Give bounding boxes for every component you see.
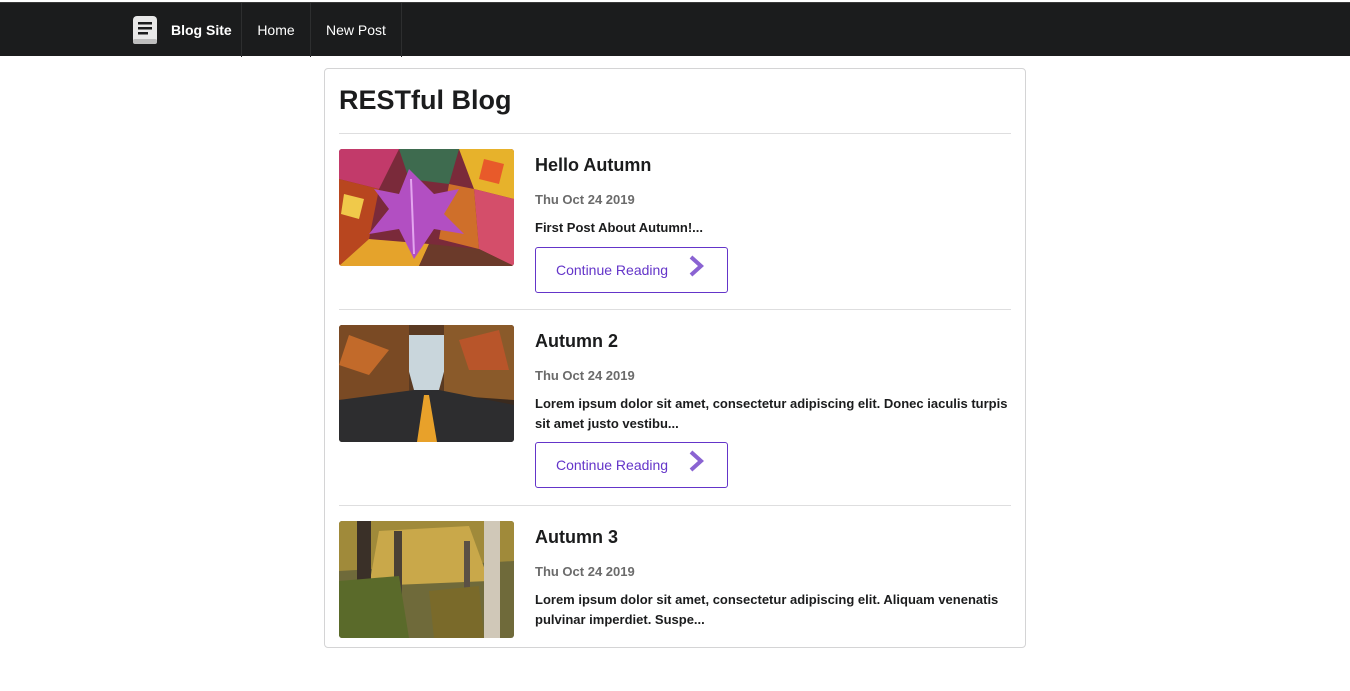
autumn-leaves-photo (339, 149, 514, 266)
post-date: Thu Oct 24 2019 (535, 192, 635, 207)
nav-home[interactable]: Home (242, 3, 311, 57)
post-excerpt: First Post About Autumn!... (535, 220, 704, 235)
top-navbar: Blog Site Home New Post (0, 2, 1350, 57)
continue-reading-label: Continue Reading (556, 457, 669, 473)
post-title[interactable]: Autumn 3 (535, 527, 618, 548)
post-title[interactable]: Hello Autumn (535, 155, 651, 176)
post-title[interactable]: Autumn 2 (535, 331, 618, 352)
post-excerpt: Lorem ipsum dolor sit amet, consectetur … (535, 592, 999, 627)
autumn-road-photo (339, 325, 514, 442)
brand-link[interactable]: Blog Site (126, 3, 242, 57)
chevron-right-icon (689, 450, 704, 472)
continue-reading-button[interactable]: Continue Reading (535, 247, 728, 293)
nav-new-post-label: New Post (326, 22, 386, 38)
post-item: Autumn 2 Thu Oct 24 2019 Lorem ipsum dol… (339, 325, 1011, 495)
post-item: Autumn 3 Thu Oct 24 2019 Lorem ipsum dol… (339, 521, 1011, 691)
page-title: RESTful Blog (339, 85, 512, 115)
post-date: Thu Oct 24 2019 (535, 368, 635, 383)
brand-label: Blog Site (171, 22, 232, 38)
chevron-right-icon (689, 255, 704, 277)
post-thumbnail[interactable] (339, 521, 514, 638)
autumn-forest-photo (339, 521, 514, 638)
post-excerpt: Lorem ipsum dolor sit amet, consectetur … (535, 396, 1008, 431)
post-thumbnail[interactable] (339, 149, 514, 266)
post-date: Thu Oct 24 2019 (535, 564, 635, 579)
post-divider (339, 309, 1011, 310)
post-divider (339, 505, 1011, 506)
post-thumbnail[interactable] (339, 325, 514, 442)
continue-reading-label: Continue Reading (556, 262, 669, 278)
blog-container: RESTful Blog Hello Autumn Thu Oct 24 201… (324, 68, 1026, 648)
book-icon (133, 16, 157, 44)
continue-reading-button[interactable]: Continue Reading (535, 442, 728, 488)
post-item: Hello Autumn Thu Oct 24 2019 First Post … (339, 149, 1011, 295)
nav-new-post[interactable]: New Post (311, 3, 402, 57)
nav-home-label: Home (257, 22, 295, 38)
title-divider (339, 133, 1011, 134)
